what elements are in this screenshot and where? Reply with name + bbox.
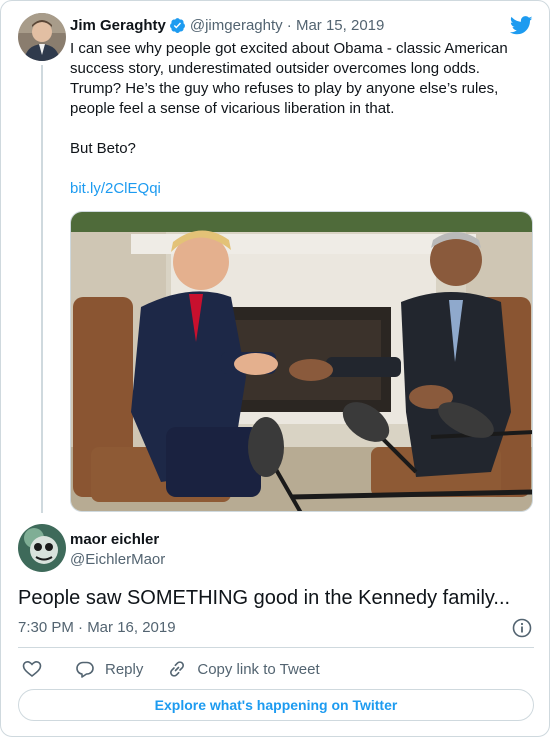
copy-link-label: Copy link to Tweet [197,660,320,678]
thread-connector-line [41,65,43,513]
copy-link-button[interactable]: Copy link to Tweet [167,659,320,679]
divider [18,647,534,648]
reply-button[interactable]: Reply [75,659,143,679]
tweet-photo[interactable] [70,211,533,512]
tweet-actions-bar: Reply Copy link to Tweet [18,658,320,680]
author-avatar[interactable] [18,13,66,61]
tweet-body-text: I can see why people got excited about O… [70,40,508,157]
author-handle-date[interactable]: @jimgeraghty · Mar 15, 2019 [190,17,384,34]
embedded-tweet-card: Jim Geraghty @jimgeraghty · Mar 15, 2019… [0,0,550,737]
author-name[interactable]: Jim Geraghty [70,17,166,34]
tweet-link[interactable]: bit.ly/2ClEQqi [70,179,161,199]
explore-twitter-button[interactable]: Explore what's happening on Twitter [18,689,534,721]
link-icon [170,661,185,677]
reply-author-avatar[interactable] [18,524,66,572]
verified-icon [169,17,186,34]
like-button[interactable] [22,659,42,679]
reply-tweet-text: People saw SOMETHING good in the Kennedy… [18,587,511,609]
twitter-logo-icon[interactable] [509,16,533,35]
reply-author-name[interactable]: maor eichler [70,531,159,548]
tweet-header: Jim Geraghty @jimgeraghty · Mar 15, 2019 [70,17,384,34]
reply-icon [76,661,94,678]
tweet-timestamp[interactable]: 7:30 PM · Mar 16, 2019 [18,619,176,636]
heart-icon [22,660,42,678]
reply-author-handle[interactable]: @EichlerMaor [70,551,165,568]
reply-button-label: Reply [105,660,144,678]
info-icon[interactable] [512,618,532,638]
